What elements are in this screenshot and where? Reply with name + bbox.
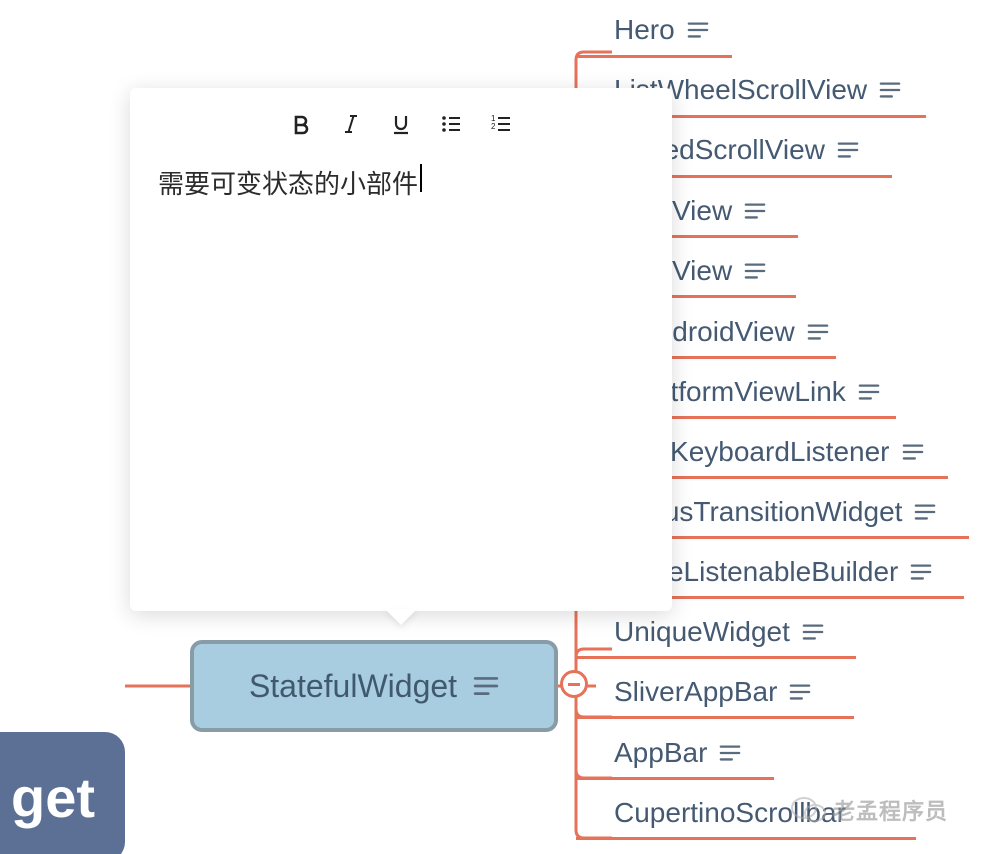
mindmap-node-appbar[interactable]: AppBar xyxy=(614,737,741,769)
node-underline xyxy=(576,716,854,719)
notes-icon xyxy=(879,79,901,101)
wechat-icon xyxy=(791,795,827,825)
node-label: View xyxy=(672,195,732,227)
mindmap-node-uniquewidget[interactable]: UniqueWidget xyxy=(614,616,824,648)
collapse-toggle-button[interactable] xyxy=(560,670,588,698)
notes-icon xyxy=(473,673,499,699)
root-node[interactable]: get xyxy=(0,732,125,854)
editor-textarea[interactable]: 需要可变状态的小部件 xyxy=(130,154,672,611)
notes-icon xyxy=(902,441,924,463)
notes-icon xyxy=(837,139,859,161)
notes-icon xyxy=(914,501,936,523)
editor-content-text: 需要可变状态的小部件 xyxy=(158,164,418,201)
minus-icon xyxy=(568,683,580,686)
note-editor-popup: 12 需要可变状态的小部件 xyxy=(130,88,672,611)
notes-icon xyxy=(687,19,709,41)
notes-icon xyxy=(858,381,880,403)
notes-icon xyxy=(802,621,824,643)
mindmap-node-view2[interactable]: View xyxy=(672,255,766,287)
central-node-label: StatefulWidget xyxy=(249,668,457,705)
node-underline xyxy=(576,837,916,840)
node-label: AppBar xyxy=(614,737,707,769)
notes-icon xyxy=(744,260,766,282)
mindmap-node-view1[interactable]: View xyxy=(672,195,766,227)
notes-icon xyxy=(719,742,741,764)
italic-button[interactable] xyxy=(337,110,365,138)
bullet-list-button[interactable] xyxy=(437,110,465,138)
node-label: SliverAppBar xyxy=(614,676,777,708)
notes-icon xyxy=(744,200,766,222)
node-label: View xyxy=(672,255,732,287)
node-underline xyxy=(576,55,732,58)
text-caret xyxy=(420,164,422,192)
ordered-list-button[interactable]: 12 xyxy=(487,110,515,138)
node-underline xyxy=(576,777,774,780)
mindmap-node-hero[interactable]: Hero xyxy=(614,14,709,46)
editor-toolbar: 12 xyxy=(130,88,672,154)
underline-button[interactable] xyxy=(387,110,415,138)
node-underline xyxy=(576,656,856,659)
notes-icon xyxy=(807,321,829,343)
watermark: 老孟程序员 xyxy=(791,794,948,826)
node-label: Hero xyxy=(614,14,675,46)
notes-icon xyxy=(910,561,932,583)
bold-button[interactable] xyxy=(287,110,315,138)
root-label-fragment: get xyxy=(11,765,95,830)
central-node-statefulwidget[interactable]: StatefulWidget xyxy=(190,640,558,732)
notes-icon xyxy=(789,681,811,703)
watermark-text: 老孟程序员 xyxy=(833,794,948,826)
mindmap-node-sliverappbar[interactable]: SliverAppBar xyxy=(614,676,811,708)
svg-text:2: 2 xyxy=(491,122,496,131)
node-label: UniqueWidget xyxy=(614,616,790,648)
